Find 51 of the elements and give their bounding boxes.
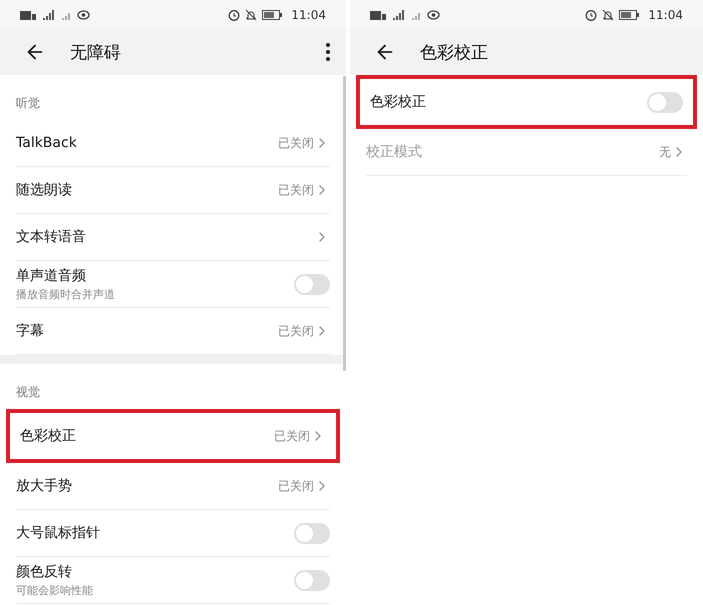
menu-icon: [326, 43, 330, 61]
setting-row[interactable]: 大号鼠标指针: [16, 510, 330, 557]
toggle-switch[interactable]: [294, 274, 330, 294]
signal-icon: [41, 10, 55, 20]
setting-label: 放大手势: [16, 477, 73, 495]
section-title: 听觉: [15, 95, 41, 112]
bell-off-icon: [602, 8, 614, 20]
battery-icon: [619, 10, 640, 20]
setting-value: 已关闭: [278, 478, 314, 494]
setting-value: 已关闭: [278, 322, 314, 340]
toggle-switch[interactable]: [294, 570, 330, 590]
setting-label: 色彩校正: [370, 93, 427, 111]
setting-label: 随选朗读: [16, 181, 73, 199]
setting-label: 单声道音频: [16, 266, 87, 284]
setting-label: 文本转语音: [16, 228, 87, 246]
toggle-switch[interactable]: [647, 92, 683, 112]
highlighted-setting-row[interactable]: 色彩校正: [356, 75, 697, 129]
setting-description: 可能会影响性能: [16, 582, 94, 598]
status-time: 11:04: [291, 8, 326, 22]
setting-value: 无: [659, 144, 671, 160]
highlighted-setting-row[interactable]: 色彩校正 已关闭: [6, 409, 340, 463]
alarm-icon: [585, 8, 598, 20]
setting-label: 色彩校正: [20, 427, 77, 445]
setting-row[interactable]: 放大手势 已关闭: [16, 463, 330, 510]
section-title: 视觉: [15, 384, 41, 401]
hd-icon: [370, 10, 386, 20]
setting-label: 大号鼠标指针: [16, 524, 101, 542]
setting-row[interactable]: 随选朗读 已关闭: [16, 167, 330, 214]
battery-icon: [262, 10, 282, 20]
setting-row[interactable]: 单声道音频 播放音频时合并声道: [16, 261, 330, 308]
setting-value: 已关闭: [278, 182, 314, 198]
setting-row[interactable]: TalkBack 已关闭: [16, 120, 330, 167]
setting-label: 校正模式: [366, 143, 423, 161]
page-title: 无障碍: [70, 42, 122, 64]
status-time: 11:04: [648, 8, 683, 22]
setting-row[interactable]: 文本转语音: [16, 214, 330, 261]
signal-icon: [391, 10, 405, 20]
page-title: 色彩校正: [420, 42, 489, 64]
setting-description: 播放音频时合并声道: [16, 286, 116, 302]
setting-label: 颜色反转: [16, 562, 73, 580]
eye-icon: [427, 9, 440, 20]
setting-row[interactable]: 颜色反转 可能会影响性能: [16, 557, 330, 604]
setting-value: 已关闭: [278, 134, 314, 152]
setting-label: 字幕: [16, 322, 45, 340]
alarm-icon: [228, 8, 240, 20]
toggle-switch[interactable]: [294, 522, 330, 544]
setting-value: 已关闭: [274, 428, 310, 444]
hd-icon: [20, 10, 36, 20]
bell-off-icon: [245, 8, 258, 20]
setting-label: TalkBack: [16, 135, 78, 151]
eye-icon: [77, 9, 90, 20]
